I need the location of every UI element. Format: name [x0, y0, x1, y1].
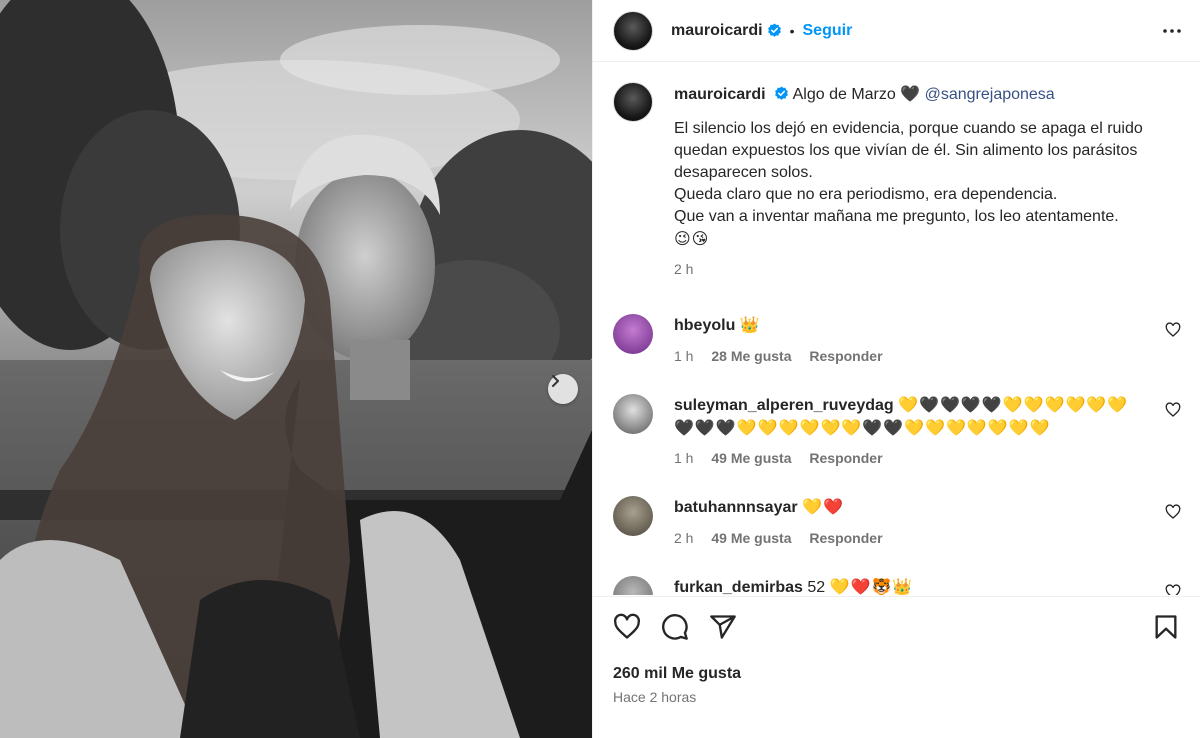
- comment-text: 👑: [739, 315, 761, 334]
- comment-text: 52: [807, 579, 826, 595]
- caption-title: Algo de Marzo 🖤: [792, 86, 921, 103]
- post-side-panel: mauroicardi • Seguir mauroicardi Algo de…: [592, 0, 1200, 738]
- caption-time[interactable]: 2 h: [674, 258, 1164, 280]
- commenter-avatar[interactable]: [613, 394, 653, 434]
- post-actions: 260 mil Me gusta Hace 2 horas: [593, 596, 1200, 738]
- separator-dot: •: [789, 22, 795, 39]
- comments-section[interactable]: mauroicardi Algo de Marzo 🖤 @sangrejapon…: [593, 62, 1200, 595]
- comment-likes[interactable]: 28 Me gusta: [711, 348, 791, 364]
- reply-button[interactable]: Responder: [809, 530, 882, 546]
- comment-text-line2: 🖤🖤🖤💛💛💛💛💛💛🖤🖤💛💛💛💛💛💛💛: [674, 418, 1051, 437]
- likes-count[interactable]: 260 mil Me gusta: [613, 665, 741, 683]
- carousel-next-button[interactable]: [548, 374, 578, 404]
- author-username[interactable]: mauroicardi: [671, 22, 763, 40]
- commenter-username[interactable]: batuhannnsayar: [674, 499, 798, 516]
- post-time[interactable]: Hace 2 horas: [613, 689, 696, 705]
- photo-illustration: [0, 0, 592, 738]
- comment-time[interactable]: 1 h: [674, 348, 693, 364]
- reply-button[interactable]: Responder: [809, 450, 882, 466]
- chevron-right-icon: [552, 375, 559, 387]
- author-avatar[interactable]: [613, 10, 653, 51]
- comment-text: 💛❤️: [802, 497, 844, 516]
- caption-avatar[interactable]: [613, 82, 653, 122]
- comment-likes[interactable]: 49 Me gusta: [711, 530, 791, 546]
- comment-text-line1: 💛🖤🖤🖤🖤💛💛💛💛💛💛: [898, 395, 1129, 414]
- caption-emoji: 😉😘: [674, 229, 710, 248]
- comment-like-icon[interactable]: [1165, 504, 1181, 520]
- more-options-icon[interactable]: [1160, 19, 1184, 43]
- comment-like-icon[interactable]: [1165, 584, 1181, 595]
- commenter-username[interactable]: suleyman_alperen_ruveydag: [674, 397, 894, 414]
- post-header: mauroicardi • Seguir: [593, 0, 1200, 62]
- caption-mention-link[interactable]: @sangrejaponesa: [925, 86, 1055, 103]
- comment-emoji: 💛❤️🐯👑: [829, 577, 914, 595]
- caption-text: El silencio los dejó en evidencia, porqu…: [674, 120, 1143, 225]
- commenter-avatar[interactable]: [613, 576, 653, 595]
- commenter-username[interactable]: hbeyolu: [674, 317, 735, 334]
- share-icon[interactable]: [709, 613, 737, 641]
- verified-badge-icon: [775, 86, 788, 100]
- heart-icon[interactable]: [613, 613, 641, 641]
- commenter-avatar[interactable]: [613, 314, 653, 354]
- commenter-avatar[interactable]: [613, 496, 653, 536]
- follow-button[interactable]: Seguir: [803, 22, 853, 40]
- bookmark-icon[interactable]: [1152, 613, 1180, 641]
- comment-time[interactable]: 1 h: [674, 450, 693, 466]
- caption-username[interactable]: mauroicardi: [674, 86, 766, 103]
- reply-button[interactable]: Responder: [809, 348, 882, 364]
- comment-time[interactable]: 2 h: [674, 530, 693, 546]
- post-photo: [0, 0, 592, 738]
- comment-like-icon[interactable]: [1165, 402, 1181, 418]
- comment-likes[interactable]: 49 Me gusta: [711, 450, 791, 466]
- comment-icon[interactable]: [661, 613, 689, 641]
- commenter-username[interactable]: furkan_demirbas: [674, 579, 803, 595]
- verified-badge-icon: [767, 23, 781, 37]
- comment-like-icon[interactable]: [1165, 322, 1181, 338]
